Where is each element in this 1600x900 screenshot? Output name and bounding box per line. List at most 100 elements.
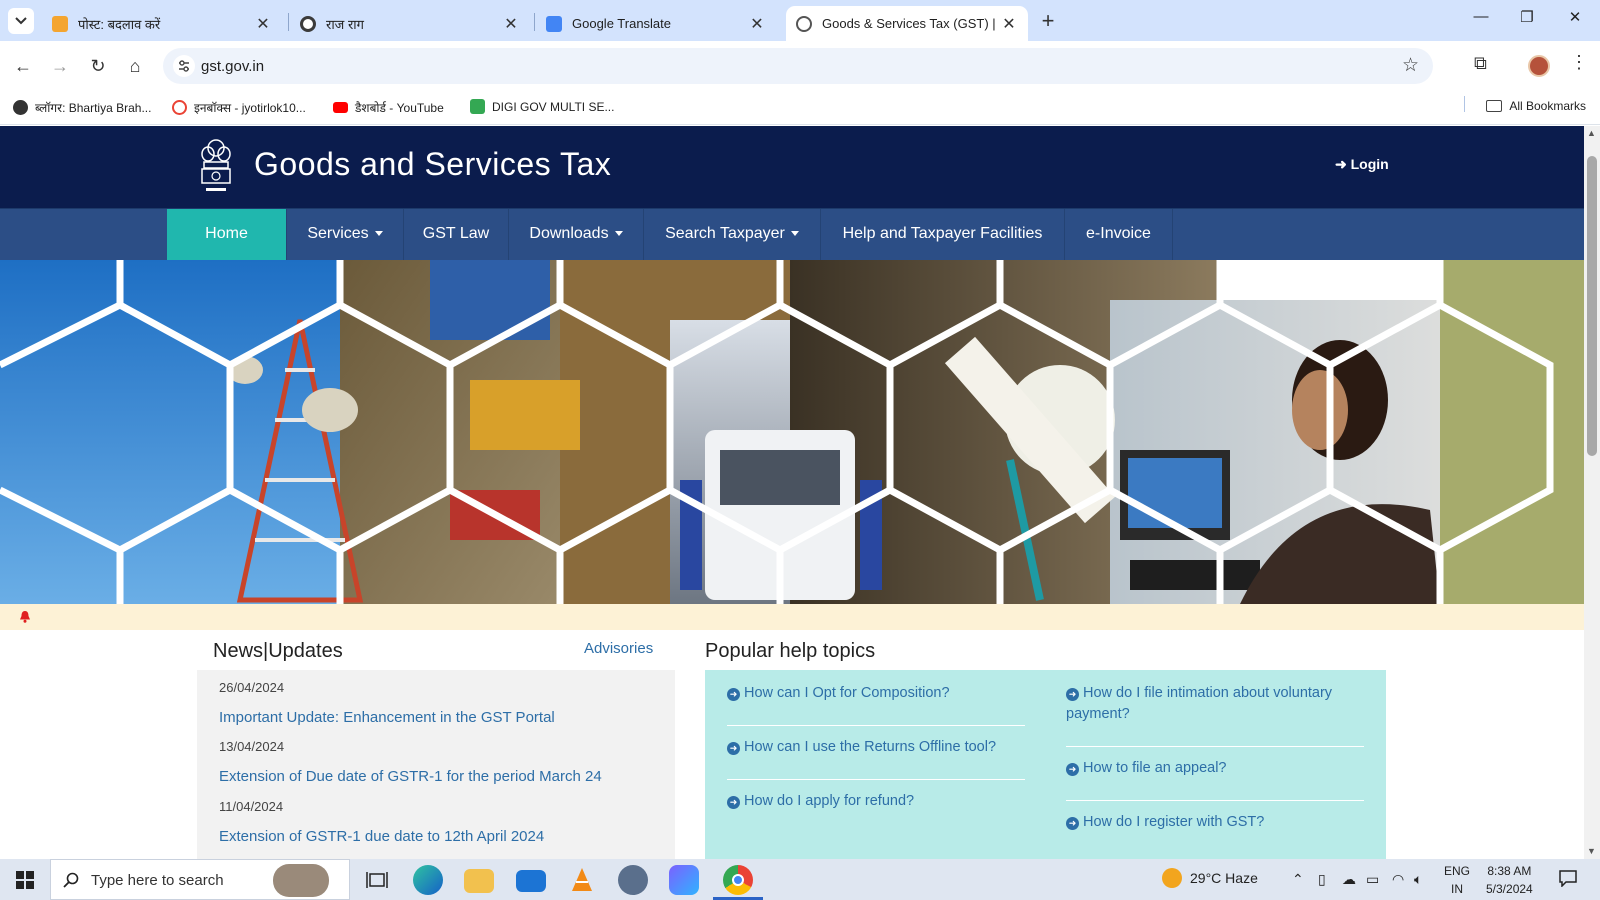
news-link[interactable]: Extension of Due date of GSTR-1 for the … bbox=[219, 768, 602, 785]
tab-blogger-post[interactable]: पोस्ट: बदलाव करें ✕ bbox=[42, 6, 282, 41]
task-view-icon[interactable] bbox=[362, 865, 392, 895]
nav-services[interactable]: Services bbox=[287, 209, 404, 261]
close-tab-icon[interactable]: ✕ bbox=[254, 14, 272, 34]
menu-kebab-icon[interactable]: ⋮ bbox=[1570, 52, 1588, 73]
home-button[interactable]: ⌂ bbox=[122, 53, 148, 79]
wifi-icon[interactable]: ◠ bbox=[1392, 871, 1404, 888]
edge-icon[interactable] bbox=[413, 865, 443, 895]
bookmark-label: इनबॉक्स - jyotirlok10... bbox=[194, 101, 306, 115]
onedrive-cloud-icon[interactable]: ☁ bbox=[1342, 871, 1356, 888]
bookmark-gmail[interactable]: इनबॉक्स - jyotirlok10... bbox=[172, 99, 306, 116]
circle-arrow-right-icon: ➜ bbox=[727, 742, 740, 755]
page-scrollbar[interactable]: ▲ ▼ bbox=[1584, 126, 1600, 859]
windows-start-icon[interactable] bbox=[16, 871, 34, 889]
battery-icon[interactable]: ▭ bbox=[1366, 871, 1379, 888]
system-clock[interactable]: 8:38 AM 5/3/2024 bbox=[1486, 862, 1533, 898]
clock-date: 5/3/2024 bbox=[1486, 882, 1533, 896]
circle-arrow-right-icon: ➜ bbox=[727, 796, 740, 809]
profile-avatar[interactable] bbox=[1528, 55, 1550, 77]
all-bookmarks-button[interactable]: All Bookmarks bbox=[1486, 99, 1586, 113]
circle-arrow-right-icon: ➜ bbox=[1066, 763, 1079, 776]
file-explorer-icon[interactable] bbox=[464, 869, 494, 893]
divider bbox=[1066, 746, 1364, 747]
copilot-icon[interactable] bbox=[669, 865, 699, 895]
nav-help-taxpayer-facilities[interactable]: Help and Taxpayer Facilities bbox=[821, 209, 1065, 261]
news-link[interactable]: Extension of GSTR-1 due date to 12th Apr… bbox=[219, 828, 544, 845]
tab-title: Google Translate bbox=[572, 16, 672, 31]
nav-search-taxpayer[interactable]: Search Taxpayer bbox=[644, 209, 821, 261]
help-link-voluntary-payment[interactable]: ➜ How do I file intimation about voluntar… bbox=[1066, 683, 1366, 725]
reload-button[interactable]: ↻ bbox=[85, 53, 111, 79]
help-link-label: How do I file intimation about voluntary… bbox=[1066, 685, 1333, 722]
news-date: 11/04/2024 bbox=[219, 799, 284, 814]
scroll-down-arrow-icon[interactable]: ▼ bbox=[1587, 846, 1596, 856]
browser-toolbar: ← → ↻ ⌂ gst.gov.in ☆ bbox=[0, 41, 1600, 91]
news-link[interactable]: Important Update: Enhancement in the GST… bbox=[219, 709, 555, 726]
news-updates-heading: News|Updates bbox=[213, 640, 343, 662]
notifications-icon[interactable] bbox=[1558, 869, 1578, 890]
help-link-register[interactable]: ➜ How do I register with GST? bbox=[1066, 812, 1366, 833]
bookmarks-bar: ब्लॉगर: Bhartiya Brah... इनबॉक्स - jyoti… bbox=[0, 91, 1600, 125]
tab-raj-rag[interactable]: राज राग ✕ bbox=[290, 6, 530, 41]
chrome-icon[interactable] bbox=[723, 865, 753, 895]
device-icon[interactable]: ▯ bbox=[1318, 871, 1326, 888]
tab-divider bbox=[288, 13, 289, 31]
scrollbar-thumb[interactable] bbox=[1587, 156, 1597, 456]
new-tab-button[interactable]: + bbox=[1036, 8, 1060, 34]
nav-label: Search Taxpayer bbox=[665, 225, 785, 242]
media-app-icon[interactable] bbox=[618, 865, 648, 895]
nav-label: e-Invoice bbox=[1086, 225, 1151, 242]
weather-widget[interactable]: 29°C Haze bbox=[1162, 868, 1258, 888]
vlc-icon[interactable] bbox=[567, 865, 597, 895]
bookmark-label: ब्लॉगर: Bhartiya Brah... bbox=[35, 101, 152, 115]
close-tab-icon[interactable]: ✕ bbox=[502, 14, 520, 34]
nav-home[interactable]: Home bbox=[167, 209, 287, 261]
sheets-icon bbox=[470, 99, 485, 114]
help-link-label: How can I Opt for Composition? bbox=[744, 685, 950, 701]
help-link-appeal[interactable]: ➜ How to file an appeal? bbox=[1066, 758, 1366, 779]
close-tab-icon[interactable]: ✕ bbox=[1000, 14, 1018, 34]
all-bookmarks-label: All Bookmarks bbox=[1509, 99, 1586, 113]
bookmark-blogger[interactable]: ब्लॉगर: Bhartiya Brah... bbox=[13, 99, 151, 116]
web-page: Goods and Services Tax ➜ Login Home Serv… bbox=[0, 126, 1584, 859]
national-emblem-logo bbox=[201, 139, 231, 191]
extensions-icon[interactable]: ⧉ bbox=[1474, 53, 1487, 74]
help-link-composition[interactable]: ➜ How can I Opt for Composition? bbox=[727, 683, 1027, 704]
mail-icon[interactable] bbox=[516, 870, 546, 892]
nav-downloads[interactable]: Downloads bbox=[509, 209, 644, 261]
help-link-label: How can I use the Returns Offline tool? bbox=[744, 739, 997, 755]
login-link[interactable]: ➜ Login bbox=[1335, 156, 1389, 173]
tab-google-translate[interactable]: Google Translate ✕ bbox=[536, 6, 776, 41]
taskbar-search-box[interactable]: Type here to search bbox=[50, 859, 350, 900]
back-button[interactable]: ← bbox=[10, 53, 36, 79]
bookmark-star-icon[interactable]: ☆ bbox=[1402, 54, 1419, 77]
site-info-icon[interactable] bbox=[173, 55, 195, 77]
url-text[interactable]: gst.gov.in bbox=[201, 58, 264, 75]
advisories-link[interactable]: Advisories bbox=[584, 640, 653, 657]
bookmark-youtube[interactable]: डैशबोर्ड - YouTube bbox=[333, 99, 444, 116]
nav-e-invoice[interactable]: e-Invoice bbox=[1065, 209, 1173, 261]
nav-gst-law[interactable]: GST Law bbox=[404, 209, 509, 261]
help-link-refund[interactable]: ➜ How do I apply for refund? bbox=[727, 791, 1027, 812]
tab-search-button[interactable] bbox=[8, 8, 34, 34]
bookmark-digigov[interactable]: DIGI GOV MULTI SE... bbox=[470, 99, 614, 114]
bell-icon[interactable] bbox=[19, 610, 31, 623]
help-link-label: How do I register with GST? bbox=[1083, 814, 1265, 830]
search-placeholder: Type here to search bbox=[91, 872, 224, 889]
close-tab-icon[interactable]: ✕ bbox=[748, 14, 766, 34]
address-bar[interactable]: gst.gov.in ☆ bbox=[163, 48, 1433, 84]
restore-button[interactable]: ❐ bbox=[1512, 8, 1542, 26]
minimize-button[interactable]: — bbox=[1466, 8, 1496, 25]
koala-illustration bbox=[273, 864, 329, 897]
caret-down-icon bbox=[614, 231, 623, 237]
volume-icon[interactable]: 🔈︎ bbox=[1414, 871, 1422, 888]
divider bbox=[1066, 800, 1364, 801]
scroll-up-arrow-icon[interactable]: ▲ bbox=[1587, 128, 1596, 138]
tab-gst-active[interactable]: Goods & Services Tax (GST) | Hc ✕ bbox=[786, 6, 1028, 41]
show-hidden-icons-chevron-icon[interactable]: ⌃ bbox=[1292, 871, 1304, 888]
forward-button[interactable]: → bbox=[47, 53, 73, 79]
nav-label: Services bbox=[307, 225, 369, 242]
help-link-returns-offline-tool[interactable]: ➜ How can I use the Returns Offline tool? bbox=[727, 737, 1027, 758]
close-window-button[interactable]: ✕ bbox=[1560, 8, 1590, 26]
language-indicator[interactable]: ENG IN bbox=[1444, 862, 1470, 898]
